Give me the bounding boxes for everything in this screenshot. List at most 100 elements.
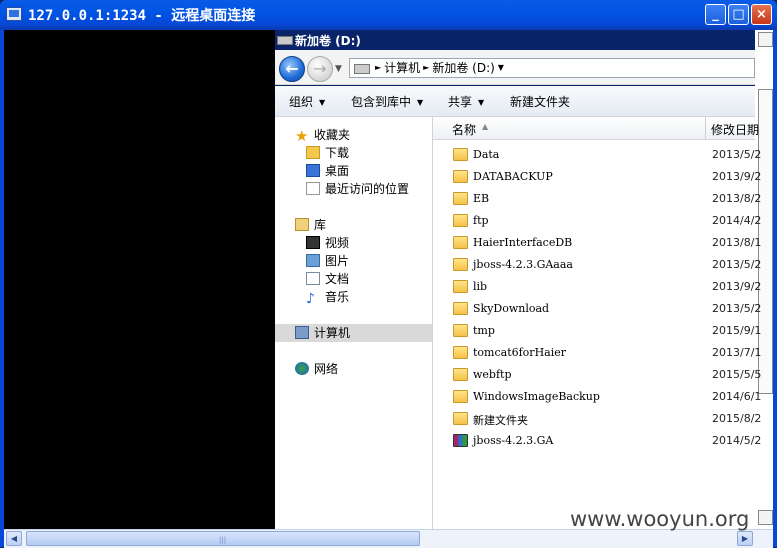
history-dropdown-icon[interactable]: ▼ xyxy=(335,64,342,74)
nav-item-recent[interactable]: 最近访问的位置 xyxy=(306,180,409,198)
column-separator[interactable] xyxy=(705,117,706,139)
forward-button[interactable]: → xyxy=(307,56,333,82)
file-row[interactable]: WindowsImageBackup 2014/6/1 xyxy=(433,387,761,407)
file-name: WindowsImageBackup xyxy=(473,390,600,403)
file-row[interactable]: ftp 2014/4/2 xyxy=(433,211,761,231)
include-in-library-menu[interactable]: 包含到库中 ▼ xyxy=(351,93,423,110)
nav-computer-label: 计算机 xyxy=(314,326,351,340)
column-date[interactable]: 修改日期 xyxy=(711,121,759,138)
column-name[interactable]: 名称 xyxy=(452,121,476,138)
file-row[interactable]: webftp 2015/5/5 xyxy=(433,365,761,385)
folder-icon xyxy=(453,412,468,425)
breadcrumb[interactable]: ► 计算机 ► 新加卷 (D:) ▼ xyxy=(349,58,755,78)
file-row[interactable]: SkyDownload 2013/5/2 xyxy=(433,299,761,319)
file-date: 2015/5/5 xyxy=(712,368,762,381)
chevron-right-icon[interactable]: ► xyxy=(423,63,429,72)
nav-item-music[interactable]: ♪ 音乐 xyxy=(306,288,349,306)
folder-icon xyxy=(453,214,468,227)
star-icon: ★ xyxy=(295,127,309,145)
file-name: EB xyxy=(473,192,490,205)
minimize-button[interactable]: _ xyxy=(705,4,726,25)
scroll-down-button[interactable] xyxy=(758,510,773,525)
folder-icon xyxy=(453,302,468,315)
folder-icon xyxy=(453,148,468,161)
chevron-right-icon[interactable]: ► xyxy=(375,63,381,72)
desktop-icon xyxy=(306,164,320,177)
share-menu[interactable]: 共享 ▼ xyxy=(448,93,484,110)
horizontal-scrollbar[interactable]: ◀ ||| ▶ xyxy=(4,529,773,548)
file-date: 2013/8/1 xyxy=(712,236,762,249)
new-folder-button[interactable]: 新建文件夹 xyxy=(510,93,570,110)
network-icon xyxy=(295,362,309,375)
nav-item-videos[interactable]: 视频 xyxy=(306,234,349,252)
file-name: tmp xyxy=(473,324,495,337)
nav-item-documents[interactable]: 文档 xyxy=(306,270,349,288)
nav-libraries[interactable]: 库 xyxy=(295,216,326,234)
column-header: 名称 ▲ 修改日期 xyxy=(433,117,759,140)
watermark: www.wooyun.org xyxy=(570,507,750,531)
drive-icon xyxy=(277,36,293,45)
file-row[interactable]: jboss-4.2.3.GAaaa 2013/5/2 xyxy=(433,255,761,275)
folder-icon xyxy=(453,258,468,271)
remote-desktop-icon xyxy=(6,7,22,21)
breadcrumb-drive[interactable]: 新加卷 (D:) xyxy=(432,61,494,75)
file-date: 2015/9/1 xyxy=(712,324,762,337)
file-row[interactable]: tomcat6forHaier 2013/7/1 xyxy=(433,343,761,363)
nav-network[interactable]: 网络 xyxy=(295,360,338,378)
command-bar: 组织 ▼ 包含到库中 ▼ 共享 ▼ 新建文件夹 xyxy=(275,86,755,117)
nav-item-desktop[interactable]: 桌面 xyxy=(306,162,349,180)
scroll-right-button[interactable]: ▶ xyxy=(737,531,753,546)
chevron-down-icon: ▼ xyxy=(417,98,424,107)
file-row[interactable]: Data 2013/5/2 xyxy=(433,145,761,165)
scroll-left-button[interactable]: ◀ xyxy=(6,531,22,546)
file-name: DATABACKUP xyxy=(473,170,553,183)
folder-icon xyxy=(453,170,468,183)
file-name: tomcat6forHaier xyxy=(473,346,567,359)
window-frame-right xyxy=(773,30,777,547)
maximize-button[interactable]: □ xyxy=(728,4,749,25)
file-row[interactable]: tmp 2015/9/1 xyxy=(433,321,761,341)
file-row[interactable]: DATABACKUP 2013/9/2 xyxy=(433,167,761,187)
video-icon xyxy=(306,236,320,249)
file-date: 2013/9/2 xyxy=(712,280,762,293)
chevron-down-icon: ▼ xyxy=(478,98,485,107)
download-folder-icon xyxy=(306,146,320,159)
nav-item-label: 视频 xyxy=(325,236,350,250)
folder-icon xyxy=(453,390,468,403)
chevron-down-icon[interactable]: ▼ xyxy=(498,63,504,72)
nav-item-downloads[interactable]: 下载 xyxy=(306,144,349,162)
rdp-title-bar[interactable]: 127.0.0.1:1234 - 远程桌面连接 _ □ × xyxy=(0,0,777,30)
share-label: 共享 xyxy=(448,95,473,109)
file-date: 2015/8/2 xyxy=(712,412,762,425)
remote-desktop-background xyxy=(4,30,275,529)
file-name: lib xyxy=(473,280,488,293)
horizontal-scroll-thumb[interactable]: ||| xyxy=(26,531,420,546)
nav-item-label: 文档 xyxy=(325,272,350,286)
organize-label: 组织 xyxy=(289,95,314,109)
organize-menu[interactable]: 组织 ▼ xyxy=(289,93,325,110)
scroll-up-button[interactable] xyxy=(758,32,773,47)
nav-favorites-label: 收藏夹 xyxy=(314,128,351,142)
navigation-pane: ★ 收藏夹 下载 桌面 最近访问的位置 库 视频 图片 文档 ♪ 音乐 计算机 网络 xyxy=(275,117,433,529)
nav-item-pictures[interactable]: 图片 xyxy=(306,252,349,270)
breadcrumb-computer[interactable]: 计算机 xyxy=(384,61,420,75)
file-name: Data xyxy=(473,148,500,161)
file-name: jboss-4.2.3.GAaaa xyxy=(473,258,573,271)
file-row[interactable]: lib 2013/9/2 xyxy=(433,277,761,297)
back-button[interactable]: ← xyxy=(279,56,305,82)
file-date: 2013/5/2 xyxy=(712,302,762,315)
file-date: 2013/7/1 xyxy=(712,346,762,359)
file-row[interactable]: EB 2013/8/2 xyxy=(433,189,761,209)
nav-computer[interactable]: 计算机 xyxy=(275,324,432,342)
nav-favorites[interactable]: ★ 收藏夹 xyxy=(295,126,350,144)
file-row[interactable]: HaierInterfaceDB 2013/8/1 xyxy=(433,233,761,253)
file-row[interactable]: jboss-4.2.3.GA 2014/5/2 xyxy=(433,431,761,451)
recent-places-icon xyxy=(306,182,320,195)
file-name: 新建文件夹 xyxy=(473,414,528,427)
close-button[interactable]: × xyxy=(751,4,772,25)
explorer-title-bar[interactable]: 新加卷 (D:) xyxy=(275,30,755,50)
file-name: HaierInterfaceDB xyxy=(473,236,573,249)
document-icon xyxy=(306,272,320,285)
file-row[interactable]: 新建文件夹 2015/8/2 xyxy=(433,409,761,429)
chevron-down-icon: ▼ xyxy=(319,98,326,107)
